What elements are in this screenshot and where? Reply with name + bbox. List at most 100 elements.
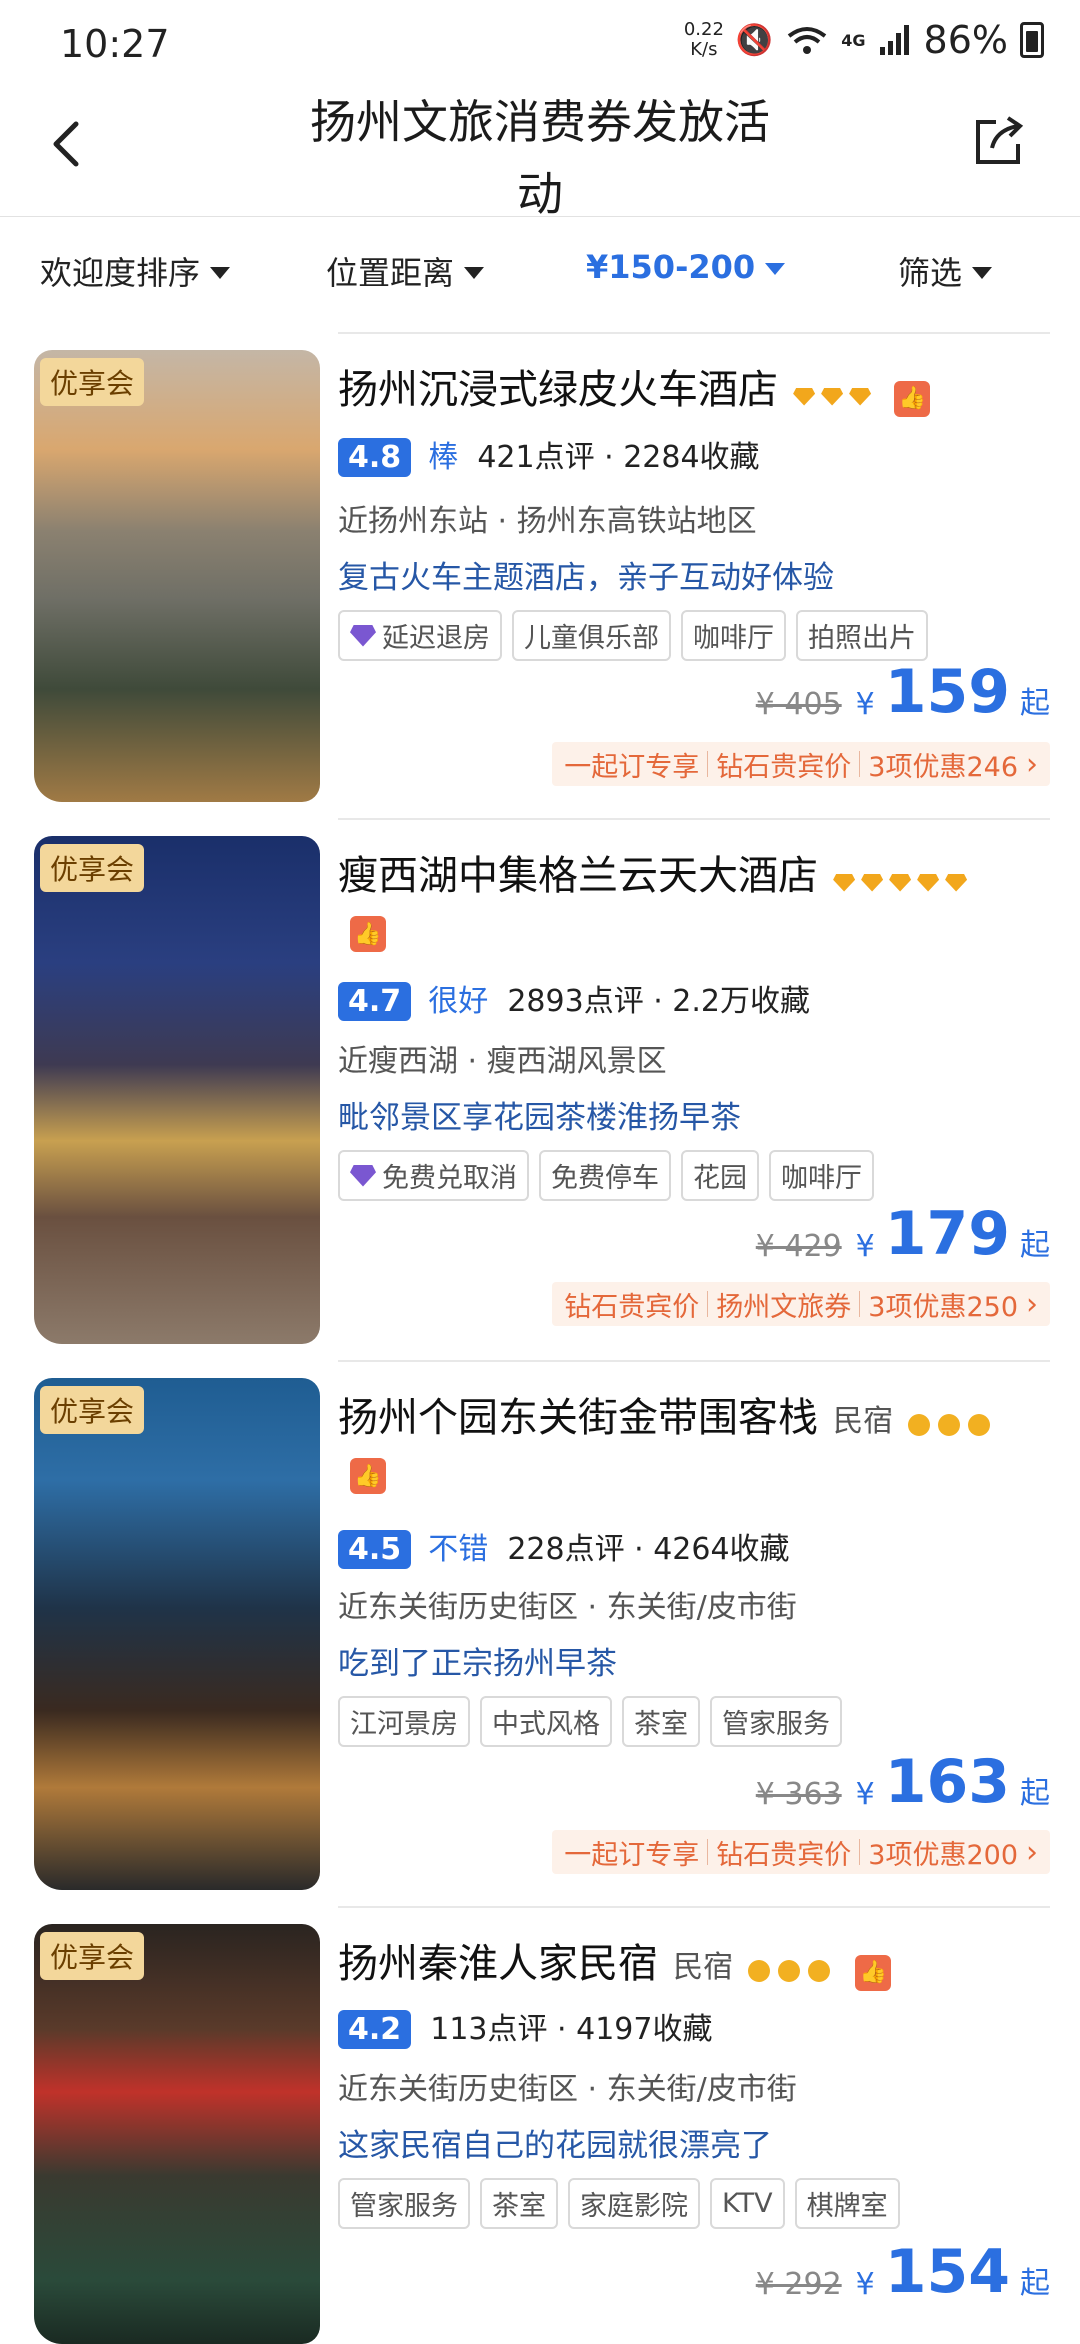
status-bar: 10:27 0.22 K/s 🔇 4G 86% [0, 0, 1080, 92]
diamond-rating [833, 873, 973, 896]
hotel-name: 瘦西湖中集格兰云天大酒店 [338, 853, 818, 899]
promo-bar[interactable]: 一起订专享 钻石贵宾价 3项优惠246 › [552, 742, 1050, 786]
score-badge: 4.7 [338, 982, 412, 1021]
score-badge: 4.5 [338, 1530, 412, 1569]
price-suffix: 起 [1020, 1228, 1050, 1263]
tag: 中式风格 [480, 1696, 612, 1747]
currency-symbol: ¥ [855, 687, 875, 722]
caret-down-icon [972, 267, 993, 279]
price-dropdown[interactable]: ¥150-200 [586, 248, 786, 286]
caret-down-icon [765, 263, 786, 275]
promo-bar[interactable]: 钻石贵宾价 扬州文旅券 3项优惠250 › [552, 1282, 1050, 1326]
status-time: 10:27 [60, 22, 170, 66]
divider [338, 1906, 1050, 1908]
distance-dropdown[interactable]: 位置距离 [326, 248, 485, 294]
hotel-feature: 这家民宿自己的花园就很漂亮了 [338, 2128, 772, 2164]
current-price: 159 [884, 657, 1010, 727]
tag: 茶室 [480, 2178, 558, 2229]
currency-symbol: ¥ [855, 2267, 875, 2302]
dot-icon [778, 1959, 801, 1982]
currency-symbol: ¥ [855, 1777, 875, 1812]
battery-percent: 86% [923, 18, 1008, 62]
review-count: 113点评 · 4197收藏 [430, 2012, 713, 2047]
tag: 管家服务 [710, 1696, 842, 1747]
chevron-right-icon: › [1026, 1286, 1038, 1322]
thumbs-up-icon: 👍 [855, 1954, 892, 1991]
tag: 儿童俱乐部 [512, 610, 671, 661]
filter-dropdown[interactable]: 筛选 [898, 248, 993, 294]
share-icon[interactable] [968, 112, 1028, 172]
tag: 家庭影院 [568, 2178, 700, 2229]
tag: 延迟退房 [338, 610, 502, 661]
diamond-icon [917, 873, 940, 892]
price-block: ¥ 292 ¥ 154 起 [756, 2242, 1050, 2302]
tag: 管家服务 [338, 2178, 470, 2229]
chevron-left-icon[interactable] [38, 114, 98, 174]
rating-word: 不错 [428, 1532, 489, 1567]
review-count: 228点评 · 4264收藏 [507, 1532, 790, 1567]
thumbs-up-icon: 👍 [350, 916, 386, 952]
promo-bar[interactable]: 一起订专享 钻石贵宾价 3项优惠200 › [552, 1830, 1050, 1874]
vip-badge: 优享会 [40, 1386, 145, 1434]
diamond-icon [945, 873, 968, 892]
network-speed: 0.22 K/s [684, 20, 724, 60]
promo-item: 一起订专享 [564, 751, 700, 783]
original-price: ¥ 363 [755, 1777, 842, 1812]
diamond-icon [833, 873, 856, 892]
battery-icon [1020, 22, 1044, 58]
tag-label: 免费兑取消 [382, 1163, 517, 1194]
price-suffix: 起 [1020, 686, 1050, 721]
tag-label: 延迟退房 [382, 623, 490, 654]
dot-icon [748, 1959, 771, 1982]
top-bar: 扬州文旅消费券发放活动 [0, 80, 1080, 221]
caret-down-icon [464, 267, 485, 279]
diamond-vip-icon [350, 624, 376, 647]
diamond-icon [889, 873, 912, 892]
diamond-icon [821, 387, 844, 406]
promo-divider [859, 1839, 861, 1865]
network-type: 4G [841, 30, 866, 50]
current-price: 179 [884, 1199, 1010, 1269]
promo-divider [707, 1839, 709, 1865]
dot-icon [908, 1413, 931, 1436]
chevron-right-icon: › [1026, 1834, 1038, 1870]
hotel-card[interactable]: 优享会 扬州秦淮人家民宿 民宿 👍 4.2 113点评 · 4197收藏 近东关… [0, 1924, 1080, 2344]
hotel-card[interactable]: 优享会 瘦西湖中集格兰云天大酒店 👍 4.7 很好 2893点评 · 2.2万收… [0, 836, 1080, 1348]
wifi-icon [788, 27, 827, 54]
dot-rating [748, 1959, 838, 1986]
dot-icon [938, 1413, 961, 1436]
tag: 棋牌室 [794, 2178, 900, 2229]
price-block: ¥ 405 ¥ 159 起 [756, 662, 1050, 722]
distance-label: 位置距离 [326, 254, 455, 292]
currency-symbol: ¥ [855, 1229, 875, 1264]
thumbs-up-icon: 👍 [894, 380, 931, 417]
promo-item: 钻石贵宾价 [564, 1291, 700, 1323]
hotel-photo[interactable]: 优享会 [34, 836, 320, 1344]
price-block: ¥ 429 ¥ 179 起 [756, 1204, 1050, 1264]
promo-item: 3项优惠200 [868, 1839, 1018, 1871]
network-speed-unit: K/s [690, 39, 718, 60]
promo-divider [707, 751, 709, 777]
tag-list: 管家服务 茶室 家庭影院 KTV 棋牌室 [338, 2178, 1050, 2229]
hotel-card[interactable]: 优享会 扬州沉浸式绿皮火车酒店 👍 4.8 棒 421点评 · 2284收藏 近… [0, 350, 1080, 810]
page-title: 扬州文旅消费券发放活动 [310, 95, 770, 221]
hotel-photo[interactable]: 优享会 [34, 1924, 320, 2344]
promo-item: 一起订专享 [564, 1839, 700, 1871]
hotel-feature: 毗邻景区享花园茶楼淮扬早茶 [338, 1100, 741, 1136]
vip-badge: 优享会 [40, 1932, 145, 1980]
tag: 免费兑取消 [338, 1150, 529, 1201]
tag: 花园 [681, 1150, 759, 1201]
diamond-rating [793, 387, 877, 410]
hotel-card[interactable]: 优享会 扬州个园东关街金带围客栈 民宿 👍 4.5 不错 228点评 · 426… [0, 1378, 1080, 1894]
promo-divider [859, 751, 861, 777]
dot-icon [808, 1959, 831, 1982]
divider [338, 1360, 1050, 1362]
hotel-photo[interactable]: 优享会 [34, 350, 320, 802]
sort-dropdown[interactable]: 欢迎度排序 [40, 248, 231, 294]
hotel-photo[interactable]: 优享会 [34, 1378, 320, 1890]
promo-item: 扬州文旅券 [716, 1291, 852, 1323]
diamond-vip-icon [350, 1164, 376, 1187]
chevron-right-icon: › [1026, 746, 1038, 782]
hotel-feature: 吃到了正宗扬州早茶 [338, 1646, 617, 1682]
rating-word: 很好 [428, 984, 489, 1019]
